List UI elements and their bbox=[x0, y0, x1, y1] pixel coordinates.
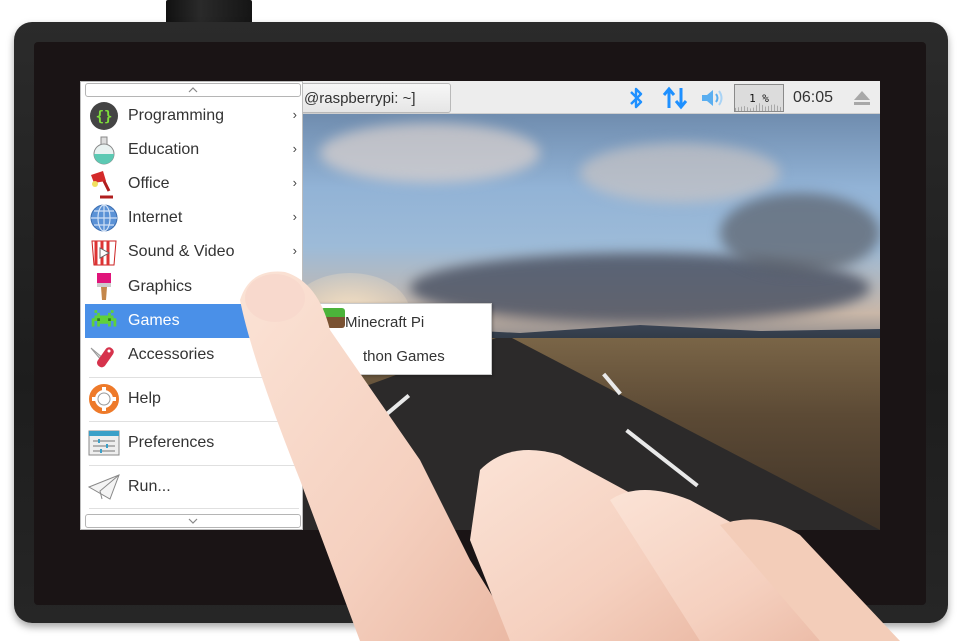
volume-icon[interactable] bbox=[698, 81, 728, 114]
menu-item-label: Sound & Video bbox=[128, 243, 235, 260]
menu-item-label: Help bbox=[128, 390, 161, 407]
programming-icon: {} bbox=[88, 100, 120, 132]
menu-item-preferences[interactable]: Preferences › bbox=[85, 426, 301, 460]
menu-item-label: Office bbox=[128, 175, 170, 192]
network-updown-icon[interactable] bbox=[660, 81, 690, 114]
preferences-icon bbox=[88, 427, 120, 459]
games-invader-icon bbox=[88, 305, 120, 337]
svg-text:{}: {} bbox=[96, 109, 113, 125]
minecraft-icon bbox=[321, 308, 345, 328]
menu-item-accessories[interactable]: Accessories bbox=[85, 338, 301, 372]
menu-item-label: Preferences bbox=[128, 434, 215, 451]
submenu-item-python-games[interactable]: thon Games bbox=[363, 348, 445, 365]
submenu-item-minecraft-pi[interactable]: Minecraft Pi bbox=[345, 314, 424, 331]
education-flask-icon bbox=[88, 134, 120, 166]
sound-video-icon bbox=[88, 236, 120, 268]
bluetooth-icon[interactable] bbox=[623, 81, 649, 114]
help-lifebuoy-icon bbox=[88, 383, 120, 415]
menu-scroll-down-button[interactable] bbox=[85, 514, 301, 528]
menu-item-label: Programming bbox=[128, 107, 225, 124]
office-lamp-icon bbox=[88, 168, 120, 200]
menu-item-games[interactable]: Games bbox=[85, 304, 301, 338]
menu-item-label: Games bbox=[128, 312, 180, 329]
run-paperplane-icon bbox=[88, 471, 120, 503]
menu-item-education[interactable]: Education › bbox=[85, 133, 301, 167]
menu-item-label: Accessories bbox=[128, 346, 215, 363]
menu-separator bbox=[89, 377, 299, 378]
wallpaper-cloud bbox=[720, 193, 880, 273]
cable-connector bbox=[166, 0, 252, 24]
chevron-right-icon: › bbox=[292, 141, 297, 156]
chevron-down-icon bbox=[188, 518, 198, 524]
cpu-usage-monitor[interactable]: 1 % bbox=[734, 84, 784, 112]
menu-item-graphics[interactable]: Graphics › bbox=[85, 270, 301, 304]
chevron-right-icon: › bbox=[292, 278, 297, 293]
chevron-right-icon: › bbox=[292, 243, 297, 258]
chevron-right-icon: › bbox=[292, 434, 297, 449]
menu-item-internet[interactable]: Internet › bbox=[85, 201, 301, 235]
menu-separator bbox=[89, 465, 299, 466]
graphics-brush-icon bbox=[88, 271, 120, 303]
chevron-right-icon: › bbox=[292, 209, 297, 224]
menu-item-label: Graphics bbox=[128, 278, 193, 295]
menu-separator bbox=[89, 508, 299, 509]
menu-item-programming[interactable]: {} Programming › bbox=[85, 99, 301, 133]
wallpaper-cloud bbox=[580, 143, 780, 203]
application-menu: {} Programming › Education › Office › In… bbox=[80, 81, 303, 530]
internet-globe-icon bbox=[88, 202, 120, 234]
menu-item-help[interactable]: Help bbox=[85, 382, 301, 416]
chevron-right-icon: › bbox=[292, 107, 297, 122]
wallpaper-cloud bbox=[320, 123, 540, 183]
menu-item-label: Run... bbox=[128, 478, 171, 495]
chevron-up-icon bbox=[188, 87, 198, 93]
menu-item-sound-video[interactable]: Sound & Video › bbox=[85, 235, 301, 269]
clock[interactable]: 06:05 bbox=[793, 89, 833, 107]
menu-item-office[interactable]: Office › bbox=[85, 167, 301, 201]
eject-icon[interactable] bbox=[852, 89, 872, 107]
menu-scroll-up-button[interactable] bbox=[85, 83, 301, 97]
chevron-right-icon: › bbox=[292, 175, 297, 190]
menu-item-label: Internet bbox=[128, 209, 183, 226]
games-submenu: Minecraft Pi thon Games bbox=[306, 303, 492, 375]
menu-item-run[interactable]: Run... bbox=[85, 470, 301, 504]
terminal-task-button[interactable]: @raspberrypi: ~] bbox=[295, 83, 451, 113]
menu-item-label: Education bbox=[128, 141, 200, 158]
accessories-knife-icon bbox=[88, 339, 120, 371]
menu-separator bbox=[89, 421, 299, 422]
